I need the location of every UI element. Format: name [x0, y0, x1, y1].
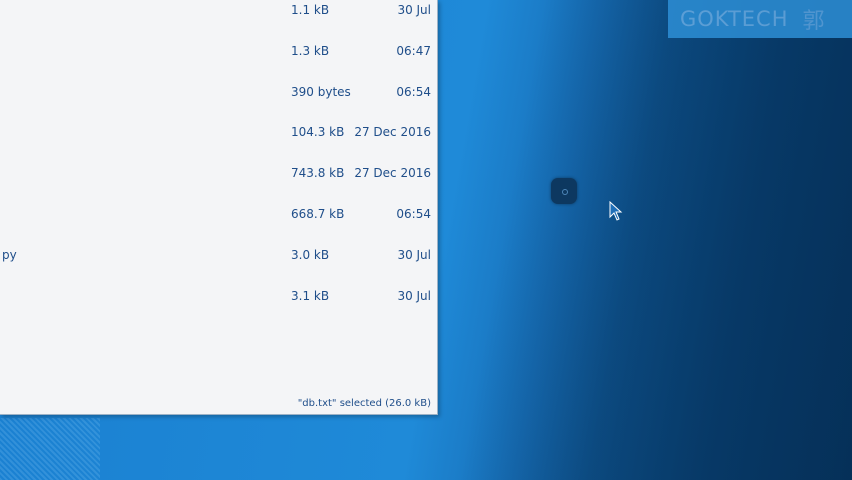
file-date: 30 Jul [397, 3, 431, 17]
file-date: 06:54 [396, 85, 431, 99]
watermark: GOKTECH 郭 [668, 0, 852, 38]
file-name: py [2, 248, 17, 262]
file-row[interactable]: py 3.0 kB 30 Jul [0, 248, 437, 268]
watermark-char: 郭 [802, 9, 826, 34]
file-date: 27 Dec 2016 [354, 166, 431, 180]
file-size: 390 bytes [291, 85, 351, 99]
click-indicator-icon [551, 178, 577, 204]
file-row[interactable]: 743.8 kB 27 Dec 2016 [0, 166, 437, 186]
file-row[interactable]: 104.3 kB 27 Dec 2016 [0, 125, 437, 145]
file-size: 668.7 kB [291, 207, 345, 221]
file-row[interactable]: 3.1 kB 30 Jul [0, 289, 437, 309]
file-row[interactable]: 390 bytes 06:54 [0, 85, 437, 105]
file-manager-window[interactable]: 1.1 kB 30 Jul 1.3 kB 06:47 390 bytes 06:… [0, 0, 438, 415]
file-size: 1.1 kB [291, 3, 330, 17]
file-row[interactable]: 1.1 kB 30 Jul [0, 3, 437, 23]
file-size: 743.8 kB [291, 166, 345, 180]
file-date: 06:47 [396, 44, 431, 58]
file-date: 30 Jul [397, 289, 431, 303]
file-size: 3.1 kB [291, 289, 330, 303]
file-date: 27 Dec 2016 [354, 125, 431, 139]
file-size: 104.3 kB [291, 125, 345, 139]
file-date: 06:54 [396, 207, 431, 221]
watermark-text: GOKTECH [680, 7, 789, 31]
status-bar: "db.txt" selected (26.0 kB) [297, 398, 431, 409]
file-row[interactable]: 1.3 kB 06:47 [0, 44, 437, 64]
mouse-pointer-icon [609, 201, 623, 221]
file-date: 30 Jul [397, 248, 431, 262]
taskbar-fragment [0, 418, 100, 480]
file-size: 1.3 kB [291, 44, 330, 58]
file-row[interactable]: 668.7 kB 06:54 [0, 207, 437, 227]
desktop: GOKTECH 郭 1.1 kB 30 Jul 1.3 kB 06:47 390… [0, 0, 852, 480]
file-size: 3.0 kB [291, 248, 330, 262]
